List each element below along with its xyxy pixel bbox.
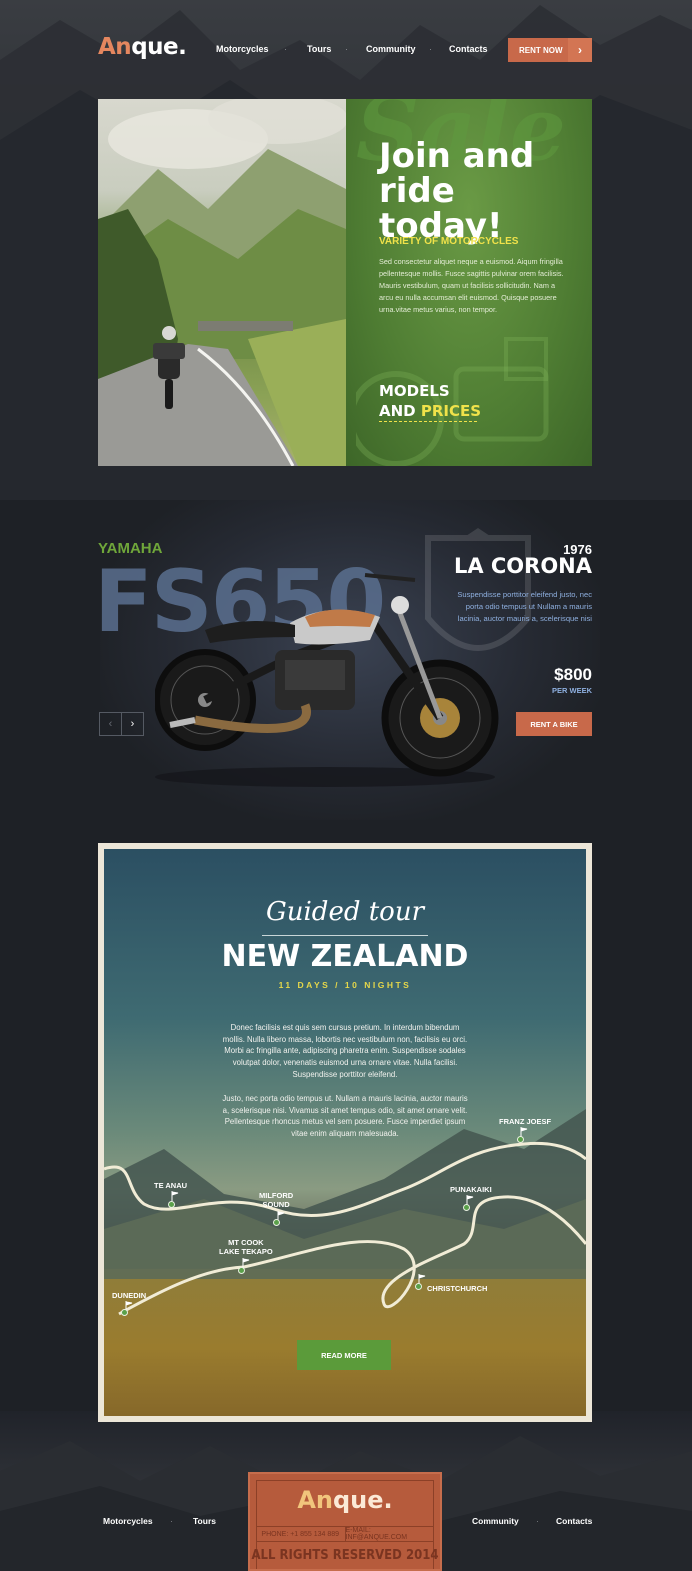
- logo-text: que.: [131, 34, 187, 60]
- chevron-left-icon[interactable]: ‹: [100, 713, 122, 735]
- models-label: MODELS: [379, 382, 450, 400]
- logo-text: que.: [333, 1486, 393, 1514]
- rent-now-button[interactable]: RENT NOW ›: [508, 38, 592, 62]
- rent-a-bike-button[interactable]: RENT A BIKE: [516, 712, 592, 736]
- tour-landscape: Guided tour NEW ZEALAND 11 DAYS / 10 NIG…: [104, 849, 586, 1416]
- promo-panel: Sale Join and ride today! VARIETY OF MOT…: [346, 99, 592, 466]
- tour-title: NEW ZEALAND: [221, 939, 469, 974]
- nav-separator: ·: [170, 1516, 173, 1526]
- models-and-prices-link[interactable]: MODELS AND PRICES: [379, 381, 489, 421]
- map-pin: [463, 1204, 470, 1211]
- tour-card: Guided tour NEW ZEALAND 11 DAYS / 10 NIG…: [98, 843, 592, 1422]
- copyright: ALL RIGHTS RESERVED 2014: [251, 1548, 439, 1563]
- map-pin: [415, 1283, 422, 1290]
- footer-nav-community[interactable]: Community: [472, 1516, 519, 1526]
- place-label-line: LAKE TEKAPO: [219, 1247, 273, 1256]
- contact-row: PHONE: +1 855 134 889 E-MAIL: INF@ANQUE.…: [256, 1526, 434, 1542]
- hero-title: Join and ride today!: [379, 136, 535, 246]
- flag-icon: [171, 1191, 179, 1201]
- bike-name: LA CORONA: [453, 554, 592, 578]
- hero-banner: Sale Join and ride today! VARIETY OF MOT…: [98, 99, 592, 466]
- place-label-line: SOUND: [262, 1200, 290, 1209]
- prices-label: PRICES: [420, 402, 482, 420]
- place-franz-josef: FRANZ JOESF: [499, 1117, 552, 1126]
- footer-stamp: Anque. PHONE: +1 855 134 889 E-MAIL: INF…: [248, 1472, 442, 1571]
- nav-community[interactable]: Community: [366, 44, 416, 54]
- footer-nav-contacts[interactable]: Contacts: [556, 1516, 592, 1526]
- place-christchurch: CHRISTCHURCH: [427, 1284, 488, 1293]
- nav-separator: ·: [345, 44, 348, 54]
- map-pin: [121, 1309, 128, 1316]
- footer-email[interactable]: E-MAIL: INF@ANQUE.COM: [346, 1527, 435, 1541]
- nav-tours[interactable]: Tours: [307, 44, 331, 54]
- place-mt-cook: MT COOK LAKE TEKAPO: [219, 1238, 273, 1256]
- site-logo[interactable]: Anque.: [98, 34, 187, 60]
- place-label-line: MT COOK: [228, 1238, 264, 1247]
- bike-description: Suspendisse porttitor eleifend justo, ne…: [457, 590, 592, 623]
- hero-subtitle: VARIETY OF MOTORCYCLES: [379, 236, 519, 247]
- nav-separator: ·: [429, 44, 432, 54]
- map-pin: [273, 1219, 280, 1226]
- rider-road-photo: [98, 99, 346, 466]
- divider: [262, 935, 428, 936]
- nav-separator: ·: [536, 1516, 539, 1526]
- tour-paragraph-1: Donec facilisis est quis sem cursus pret…: [222, 1023, 468, 1079]
- site-header: Anque. Motorcycles · Tours · Community ·…: [0, 0, 692, 100]
- price-period: PER WEEK: [551, 686, 592, 695]
- tour-paragraph-2: Justo, nec porta odio tempus ut. Nullam …: [222, 1094, 468, 1139]
- place-dunedin: DUNEDIN: [112, 1291, 147, 1300]
- hero-description: Sed consectetur aliquet neque a euismod.…: [379, 257, 564, 314]
- map-pin: [517, 1136, 524, 1143]
- nav-separator: ·: [284, 44, 287, 54]
- map-pin: [238, 1267, 245, 1274]
- chevron-right-icon[interactable]: ›: [122, 713, 143, 735]
- logo-accent-text: An: [98, 34, 132, 60]
- chevron-right-icon: ›: [568, 38, 592, 62]
- place-te-anau: TE ANAU: [154, 1181, 188, 1190]
- link-underline: [379, 421, 477, 422]
- logo-accent-text: An: [297, 1486, 333, 1514]
- slider-controls: ‹ ›: [99, 712, 144, 736]
- footer-logo[interactable]: Anque.: [250, 1486, 440, 1514]
- nav-contacts[interactable]: Contacts: [449, 44, 488, 54]
- tour-duration: 11 DAYS / 10 NIGHTS: [278, 980, 412, 990]
- footer-nav-motorcycles[interactable]: Motorcycles: [103, 1516, 153, 1526]
- rent-now-label: RENT NOW: [519, 45, 563, 55]
- place-punakaiki: PUNAKAIKI: [450, 1185, 492, 1194]
- nav-motorcycles[interactable]: Motorcycles: [216, 44, 269, 54]
- footer-phone: PHONE: +1 855 134 889: [256, 1527, 346, 1541]
- motorcycle-image: [155, 573, 499, 787]
- place-label-line: MILFORD: [259, 1191, 294, 1200]
- guided-tour-label: Guided tour: [265, 897, 425, 927]
- read-more-button[interactable]: READ MORE: [297, 1340, 391, 1370]
- map-pin: [168, 1201, 175, 1208]
- place-milford-sound: MILFORD SOUND: [259, 1191, 293, 1209]
- featured-bike-section: YAMAHA FS650 1976 LA CORONA Suspendisse …: [0, 500, 692, 820]
- bike-price: $800: [554, 665, 592, 684]
- footer-nav-tours[interactable]: Tours: [193, 1516, 216, 1526]
- and-label: AND: [379, 402, 421, 420]
